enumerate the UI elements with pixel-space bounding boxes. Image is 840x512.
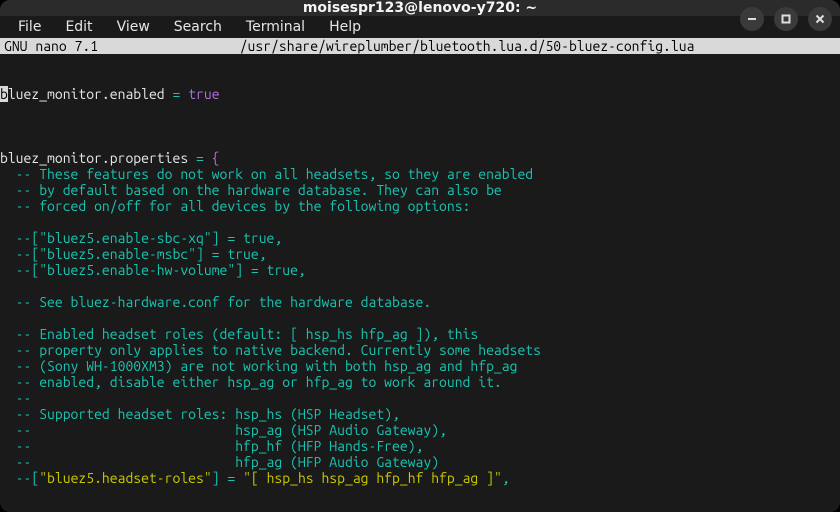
close-button[interactable] (808, 7, 832, 31)
editor-line: -- See bluez-hardware.conf for the hardw… (0, 294, 840, 310)
menubar: File Edit View Search Terminal Help (0, 16, 840, 38)
editor-line: -- forced on/off for all devices by the … (0, 198, 840, 214)
close-icon (814, 13, 826, 25)
editor-line: -- (0, 390, 840, 406)
editor-line: bluez_monitor.properties = { (0, 150, 840, 166)
menu-help[interactable]: Help (317, 16, 373, 38)
editor-line: bluez_monitor.enabled = true (0, 86, 840, 102)
minimize-button[interactable] (740, 7, 764, 31)
titlebar: moisespr123@lenovo-y720: ~ (0, 0, 840, 16)
menu-file[interactable]: File (6, 16, 53, 38)
menu-view[interactable]: View (105, 16, 162, 38)
editor-line: -- property only applies to native backe… (0, 342, 840, 358)
editor-line: -- by default based on the hardware data… (0, 182, 840, 198)
editor-line: -- hfp_hf (HFP Hands-Free), (0, 438, 840, 454)
editor-line: --["bluez5.enable-msbc"] = true, (0, 246, 840, 262)
editor-line: -- hfp_ag (HFP Audio Gateway) (0, 454, 840, 470)
window-title: moisespr123@lenovo-y720: ~ (0, 0, 840, 16)
nano-header: GNU nano 7.1 /usr/share/wireplumber/blue… (0, 38, 840, 54)
editor-line: -- Supported headset roles: hsp_hs (HSP … (0, 406, 840, 422)
editor-line (0, 310, 840, 326)
editor-line: -- hsp_ag (HSP Audio Gateway), (0, 422, 840, 438)
editor-line: -- (Sony WH-1000XM3) are not working wit… (0, 358, 840, 374)
terminal-area[interactable]: GNU nano 7.1 /usr/share/wireplumber/blue… (0, 38, 840, 512)
maximize-button[interactable] (774, 7, 798, 31)
editor-line (0, 134, 840, 150)
editor-line: --["bluez5.enable-hw-volume"] = true, (0, 262, 840, 278)
editor-line: -- Enabled headset roles (default: [ hsp… (0, 326, 840, 342)
editor-line: --["bluez5.headset-roles"] = "[ hsp_hs h… (0, 470, 840, 486)
nano-version: GNU nano 7.1 (0, 38, 102, 54)
terminal-window: moisespr123@lenovo-y720: ~ File Edit Vie… (0, 0, 840, 512)
nano-editor[interactable]: bluez_monitor.enabled = true bluez_monit… (0, 54, 840, 512)
editor-line: --["bluez5.enable-sbc-xq"] = true, (0, 230, 840, 246)
editor-line (0, 214, 840, 230)
window-controls (740, 0, 832, 38)
editor-line: -- These features do not work on all hea… (0, 166, 840, 182)
minimize-icon (746, 13, 758, 25)
menu-edit[interactable]: Edit (53, 16, 104, 38)
editor-line: -- enabled, disable either hsp_ag or hfp… (0, 374, 840, 390)
nano-filepath: /usr/share/wireplumber/bluetooth.lua.d/5… (102, 38, 832, 54)
cursor: b (0, 86, 8, 102)
menu-terminal[interactable]: Terminal (234, 16, 317, 38)
menu-search[interactable]: Search (162, 16, 234, 38)
editor-line (0, 278, 840, 294)
maximize-icon (780, 13, 792, 25)
